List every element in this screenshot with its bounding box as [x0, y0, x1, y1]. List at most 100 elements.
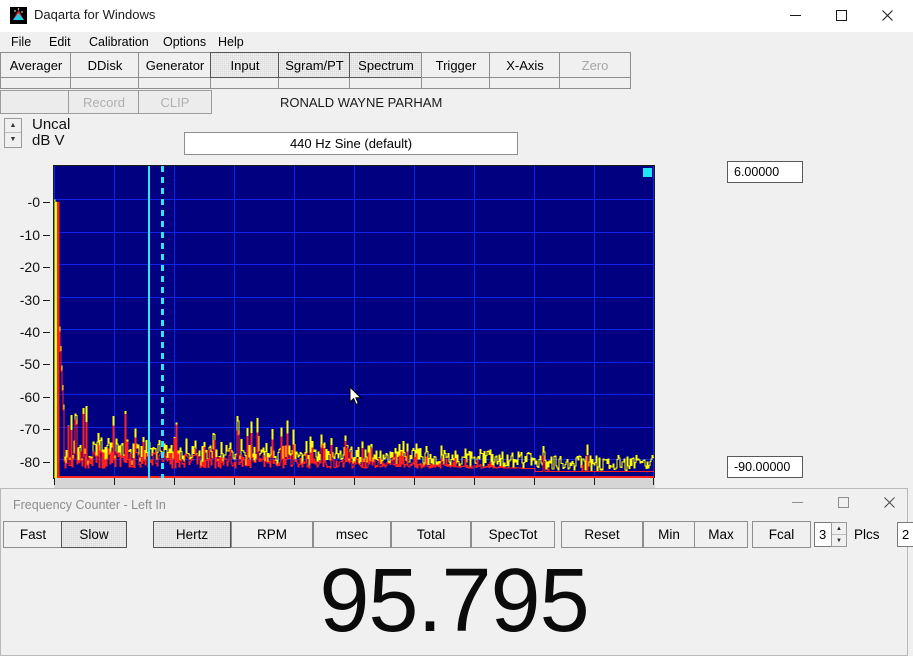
- spectrum-trace: [54, 166, 654, 478]
- fc-minimize-icon[interactable]: [774, 489, 820, 516]
- y-tick-label-50: -50: [20, 356, 40, 372]
- signal-name-field[interactable]: 440 Hz Sine (default): [184, 132, 518, 155]
- fc-button-msec[interactable]: msec: [313, 521, 391, 548]
- spectrum-plot[interactable]: [54, 166, 654, 478]
- menu-bar: File Edit Calibration Options Help: [0, 32, 913, 52]
- x-tick-mark: [534, 478, 535, 485]
- y-tick-mark: [43, 397, 50, 398]
- places-spinner-down-icon[interactable]: ▼: [832, 535, 846, 546]
- fc-button-slow[interactable]: Slow: [61, 521, 127, 548]
- frequency-counter-title: Frequency Counter - Left In: [13, 498, 166, 512]
- tab-underbar-trigger[interactable]: [421, 78, 491, 89]
- menu-item-file[interactable]: File: [6, 34, 36, 50]
- tab-x-axis[interactable]: X-Axis: [489, 52, 561, 78]
- places-label: Plcs: [854, 527, 880, 542]
- tab-underbar-generator[interactable]: [138, 78, 212, 89]
- fc-button-spectot[interactable]: SpecTot: [471, 521, 555, 548]
- frequency-reading: 95.795: [0, 555, 908, 647]
- x-tick-mark: [474, 478, 475, 485]
- fc-button-total[interactable]: Total: [391, 521, 471, 548]
- module-tab-row: Averager DDisk Generator Input Sgram/PT …: [0, 52, 913, 90]
- blank-button[interactable]: [0, 90, 70, 114]
- tab-trigger[interactable]: Trigger: [421, 52, 491, 78]
- x-axis-strip: [54, 478, 655, 488]
- tab-underbar-averager[interactable]: [0, 78, 72, 89]
- menu-item-help[interactable]: Help: [213, 34, 249, 50]
- extra-value-field[interactable]: 2: [897, 522, 913, 547]
- x-tick-mark: [354, 478, 355, 485]
- title-bar: Daqarta for Windows: [0, 0, 913, 32]
- fc-button-rpm[interactable]: RPM: [231, 521, 313, 548]
- close-icon[interactable]: [864, 0, 910, 31]
- tab-underbar-sgram-pt[interactable]: [278, 78, 351, 89]
- tab-sgram-pt[interactable]: Sgram/PT: [278, 52, 351, 78]
- menu-item-edit[interactable]: Edit: [44, 34, 76, 50]
- y-tick-mark: [43, 429, 50, 430]
- y-tick-mark: [43, 235, 50, 236]
- fc-button-reset[interactable]: Reset: [561, 521, 643, 548]
- tab-underbar-ddisk[interactable]: [70, 78, 140, 89]
- x-tick-mark: [594, 478, 595, 485]
- y-tick-label-70: -70: [20, 421, 40, 437]
- fc-button-max[interactable]: Max: [694, 521, 748, 548]
- daqarta-main-window: Daqarta for Windows File Edit Calibratio…: [0, 0, 913, 656]
- scale-top-value-field[interactable]: 6.00000: [727, 161, 803, 183]
- places-spinner[interactable]: ▲ ▼: [831, 522, 847, 547]
- transport-row: Record CLIP: [0, 90, 913, 116]
- x-tick-mark: [414, 478, 415, 485]
- window-title: Daqarta for Windows: [34, 7, 155, 22]
- fc-button-fast[interactable]: Fast: [3, 521, 63, 548]
- tab-input[interactable]: Input: [210, 52, 280, 78]
- tab-spectrum[interactable]: Spectrum: [349, 52, 423, 78]
- y-tick-label-80: -80: [20, 454, 40, 470]
- mouse-pointer-icon: [349, 386, 362, 406]
- y-tick-mark: [43, 202, 50, 203]
- x-tick-mark: [294, 478, 295, 485]
- solid-cursor-line[interactable]: [148, 166, 150, 478]
- x-tick-mark: [653, 478, 654, 485]
- daqarta-app-icon: [10, 7, 27, 24]
- fc-button-hertz[interactable]: Hertz: [153, 521, 231, 548]
- y-tick-label-40: -40: [20, 324, 40, 340]
- y-tick-label-20: -20: [20, 259, 40, 275]
- y-tick-mark: [43, 300, 50, 301]
- y-tick-label-60: -60: [20, 389, 40, 405]
- y-tick-mark: [43, 267, 50, 268]
- corner-marker-icon: [643, 168, 652, 177]
- tab-underbar-input[interactable]: [210, 78, 280, 89]
- scale-spinner[interactable]: ▲ ▼: [4, 118, 22, 148]
- fc-button-min[interactable]: Min: [643, 521, 695, 548]
- tab-underbar-spectrum[interactable]: [349, 78, 423, 89]
- y-tick-mark: [43, 462, 50, 463]
- calibration-label-line1: Uncal: [32, 117, 70, 133]
- tab-averager[interactable]: Averager: [0, 52, 72, 78]
- clip-button: CLIP: [138, 90, 212, 114]
- calibration-label-line2: dB V: [32, 133, 70, 149]
- tab-generator[interactable]: Generator: [138, 52, 212, 78]
- maximize-icon[interactable]: [818, 0, 864, 31]
- places-spinner-up-icon[interactable]: ▲: [832, 523, 846, 534]
- fc-button-fcal[interactable]: Fcal: [752, 521, 811, 548]
- scale-bottom-value-field[interactable]: -90.00000: [727, 456, 803, 478]
- dashed-cursor-line[interactable]: [161, 166, 164, 478]
- places-value-field[interactable]: 3: [814, 522, 832, 547]
- tab-zero: Zero: [559, 52, 631, 78]
- spinner-up-icon[interactable]: ▲: [5, 119, 21, 132]
- x-tick-mark: [174, 478, 175, 485]
- x-tick-mark: [234, 478, 235, 485]
- spinner-down-icon[interactable]: ▼: [5, 133, 21, 146]
- menu-item-options[interactable]: Options: [158, 34, 211, 50]
- fc-maximize-icon[interactable]: [820, 489, 866, 516]
- y-axis-labels: -0 -10 -20 -30 -40 -50 -60 -70 -80 -90: [18, 166, 50, 478]
- fc-close-icon[interactable]: [866, 489, 912, 516]
- x-tick-mark: [54, 478, 55, 485]
- minimize-icon[interactable]: [772, 0, 818, 31]
- y-tick-label-0: -0: [28, 194, 40, 210]
- tab-ddisk[interactable]: DDisk: [70, 52, 140, 78]
- y-tick-label-30: -30: [20, 292, 40, 308]
- y-tick-mark: [43, 364, 50, 365]
- calibration-label: Uncal dB V: [32, 117, 70, 149]
- y-tick-label-10: -10: [20, 227, 40, 243]
- tab-underbar-x-axis[interactable]: [489, 78, 561, 89]
- menu-item-calibration[interactable]: Calibration: [84, 34, 154, 50]
